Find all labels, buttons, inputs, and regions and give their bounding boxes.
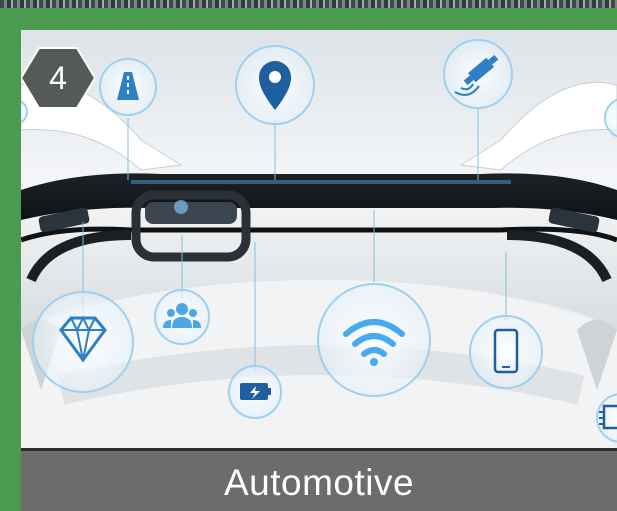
top-image-strip — [0, 0, 617, 8]
location-pin-icon[interactable] — [235, 45, 315, 125]
satellite-icon[interactable] — [443, 39, 513, 109]
partial-icon-right — [604, 98, 617, 138]
smartphone-icon[interactable] — [469, 315, 543, 389]
wifi-icon[interactable] — [317, 283, 431, 397]
feature-icons-layer — [21, 39, 617, 443]
chip-icon[interactable] — [596, 393, 617, 443]
people-icon[interactable] — [154, 289, 210, 345]
slide-caption: Automotive — [223, 461, 415, 503]
slide-number: 4 — [49, 59, 67, 96]
road-icon[interactable] — [99, 58, 157, 116]
slide-card[interactable]: 4 Automotive — [21, 30, 617, 511]
diamond-icon[interactable] — [32, 291, 134, 393]
battery-charging-icon[interactable] — [228, 365, 282, 419]
slide-number-badge: 4 — [21, 46, 97, 110]
caption-bar: Automotive — [21, 448, 617, 511]
